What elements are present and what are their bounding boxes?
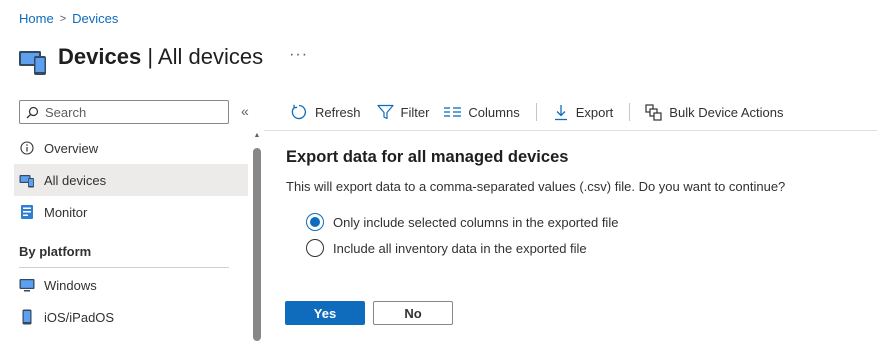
- monitor-icon: [19, 204, 35, 220]
- radio-label: Only include selected columns in the exp…: [333, 214, 619, 230]
- search-box[interactable]: [19, 100, 229, 124]
- scroll-up-arrow-icon[interactable]: ▲: [253, 131, 261, 141]
- refresh-icon: [291, 104, 307, 120]
- sidebar-item-all-devices[interactable]: All devices: [14, 164, 248, 196]
- toolbar-separator: [535, 103, 537, 121]
- export-label: Export: [575, 104, 614, 120]
- breadcrumb-devices-link[interactable]: Devices: [72, 11, 118, 26]
- sidebar-item-overview[interactable]: Overview: [14, 132, 248, 164]
- search-input[interactable]: [45, 104, 215, 120]
- columns-label: Columns: [468, 104, 520, 120]
- bulk-device-actions-label: Bulk Device Actions: [669, 104, 784, 120]
- more-options-button[interactable]: ···: [289, 46, 308, 64]
- sidebar-item-monitor[interactable]: Monitor: [14, 196, 248, 228]
- search-icon: [26, 106, 39, 118]
- toolbar-separator: [629, 103, 631, 121]
- phone-icon: [19, 309, 35, 325]
- breadcrumb-separator-icon: >: [59, 12, 67, 25]
- radio-all-inventory[interactable]: Include all inventory data in the export…: [306, 238, 587, 258]
- columns-button[interactable]: Columns: [444, 104, 520, 120]
- bulk-actions-icon: [645, 103, 662, 121]
- yes-button[interactable]: Yes: [285, 301, 365, 325]
- breadcrumb-home-link[interactable]: Home: [19, 11, 54, 26]
- filter-button[interactable]: Filter: [376, 104, 430, 120]
- devices-icon: [19, 172, 35, 188]
- sidebar-item-windows[interactable]: Windows: [14, 269, 248, 301]
- sidebar-item-label: Overview: [44, 140, 99, 156]
- radio-dot: [310, 217, 320, 227]
- nav-divider: [19, 267, 229, 268]
- sidebar-item-label: Windows: [44, 277, 97, 293]
- nav-section-by-platform: By platform: [19, 244, 92, 259]
- filter-icon: [376, 104, 394, 120]
- sidebar-item-label: Monitor: [44, 204, 88, 220]
- collapse-sidebar-button[interactable]: «: [241, 103, 249, 119]
- refresh-label: Refresh: [315, 104, 361, 120]
- command-toolbar: Refresh Filter Columns Export Bulk Devic…: [290, 100, 783, 124]
- sidebar-scrollbar-thumb[interactable]: [253, 148, 261, 341]
- breadcrumb: Home > Devices: [19, 11, 118, 26]
- sidebar-item-label: iOS/iPadOS: [44, 309, 115, 325]
- export-button[interactable]: Export: [553, 104, 614, 121]
- export-dialog-message: This will export data to a comma-separat…: [286, 179, 786, 194]
- sidebar-item-label: All devices: [44, 172, 107, 188]
- refresh-button[interactable]: Refresh: [290, 103, 361, 121]
- radio-button-unchecked[interactable]: [306, 239, 324, 257]
- no-button[interactable]: No: [373, 301, 453, 325]
- radio-label: Include all inventory data in the export…: [333, 240, 587, 256]
- radio-selected-columns[interactable]: Only include selected columns in the exp…: [306, 212, 618, 232]
- sidebar-item-ios-ipados[interactable]: iOS/iPadOS: [14, 301, 248, 333]
- radio-button-checked[interactable]: [306, 213, 324, 231]
- page-title-bold: Devices: [58, 44, 142, 69]
- windows-icon: [19, 277, 35, 293]
- columns-icon: [444, 107, 462, 117]
- info-icon: [19, 140, 35, 156]
- page-title-rest: | All devices: [147, 44, 264, 69]
- devices-page-icon: [19, 51, 46, 75]
- page-title: Devices | All devices: [58, 44, 263, 70]
- filter-label: Filter: [400, 104, 430, 120]
- page-header: Devices | All devices ···: [18, 38, 308, 76]
- bulk-device-actions-button[interactable]: Bulk Device Actions: [645, 103, 784, 121]
- toolbar-divider: [264, 130, 877, 131]
- export-dialog-title: Export data for all managed devices: [286, 148, 569, 166]
- export-icon: [554, 104, 567, 120]
